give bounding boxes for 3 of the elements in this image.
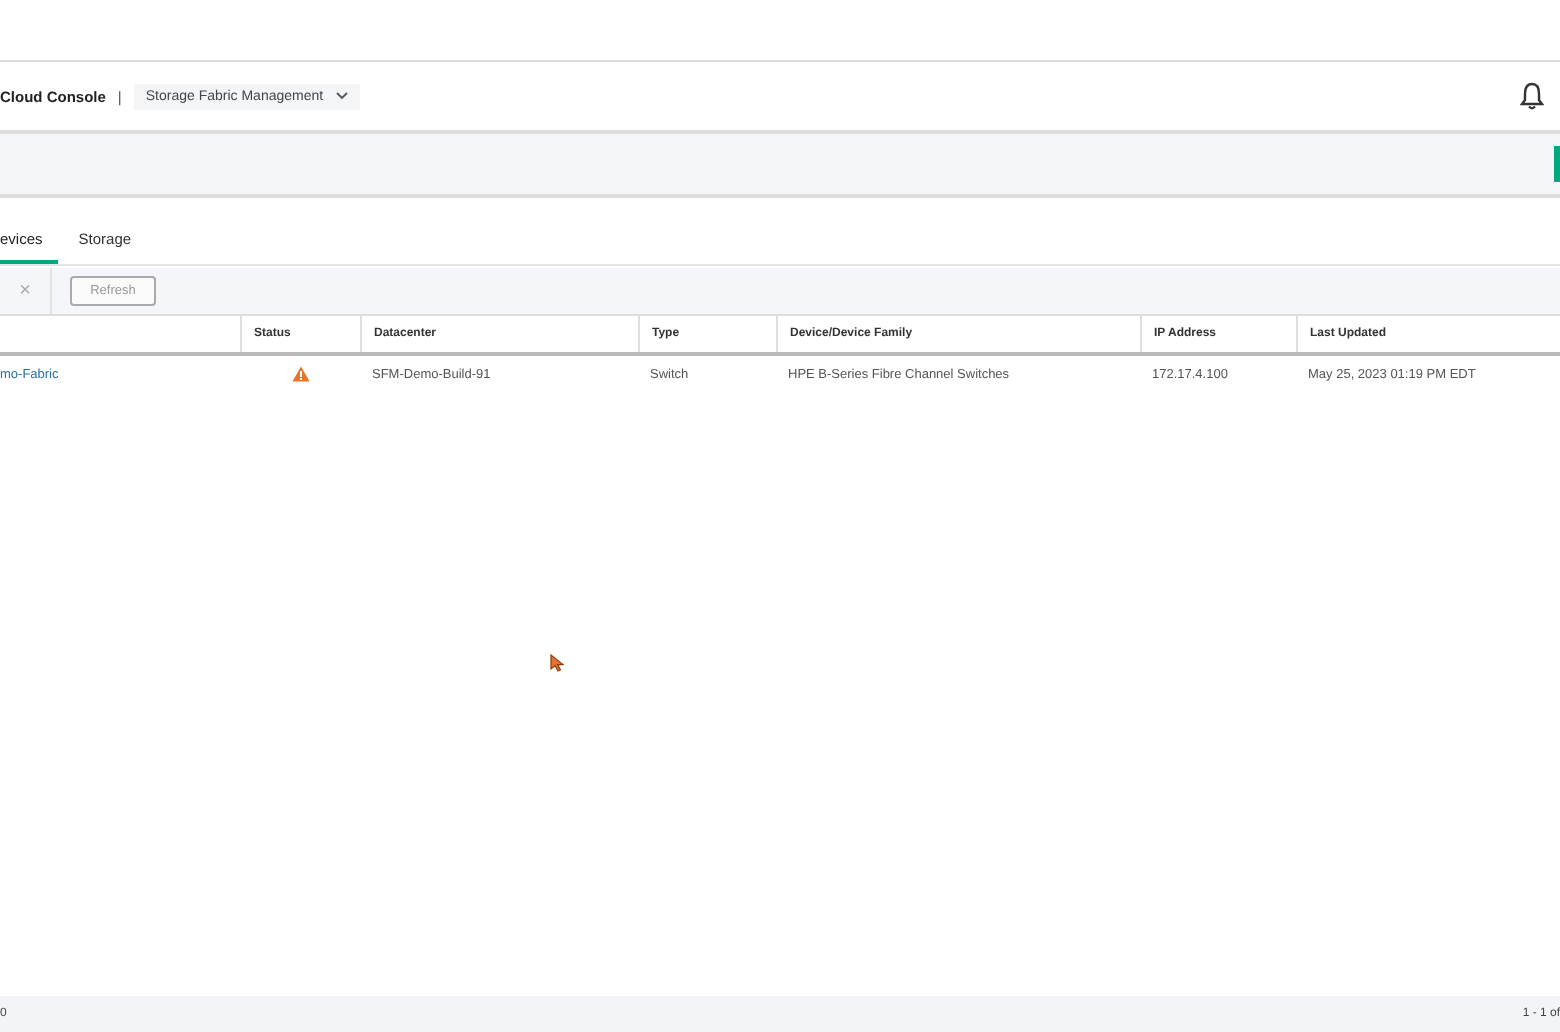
mouse-pointer-icon [550,654,564,672]
chevron-down-icon [335,92,348,100]
bell-icon[interactable] [1520,82,1544,110]
